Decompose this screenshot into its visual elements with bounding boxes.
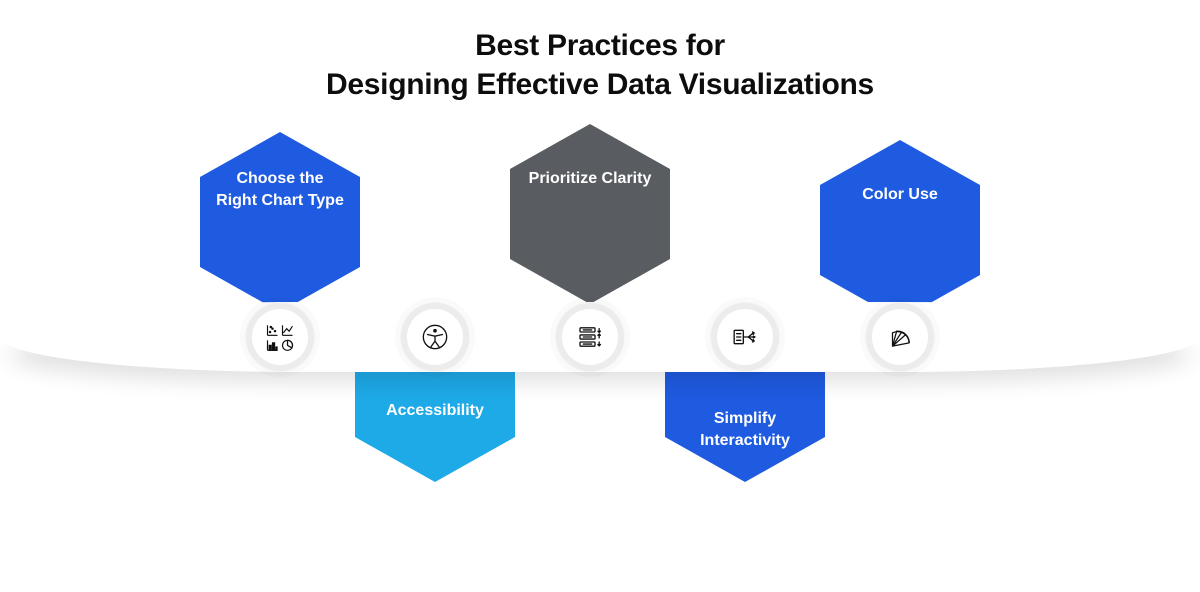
hex-label: Prioritize Clarity: [510, 168, 670, 190]
hex-label: Color Use: [820, 184, 980, 206]
interactivity-icon: [717, 309, 773, 365]
accessibility-icon: [407, 309, 463, 365]
hex-card-clarity: Prioritize Clarity: [510, 124, 670, 304]
charts-icon: [252, 309, 308, 365]
hex-label: Simplify Interactivity: [665, 408, 825, 451]
hex-diagram: Choose the Right Chart Type Accessibilit…: [0, 112, 1200, 592]
hex-label: Accessibility: [355, 400, 515, 422]
title-line-2: Designing Effective Data Visualizations: [326, 68, 874, 101]
diagram-title: Best Practices for Designing Effective D…: [0, 0, 1200, 104]
hex-card-color-use: Color Use: [820, 140, 980, 320]
clarity-icon: [562, 309, 618, 365]
palette-icon: [872, 309, 928, 365]
hexagon-shape: [510, 124, 670, 304]
hexagon-shape: [820, 140, 980, 320]
hex-card-choose-chart: Choose the Right Chart Type: [200, 132, 360, 312]
title-line-1: Best Practices for: [475, 29, 725, 62]
hex-label: Choose the Right Chart Type: [200, 168, 360, 211]
hexagon-shape: [200, 132, 360, 312]
